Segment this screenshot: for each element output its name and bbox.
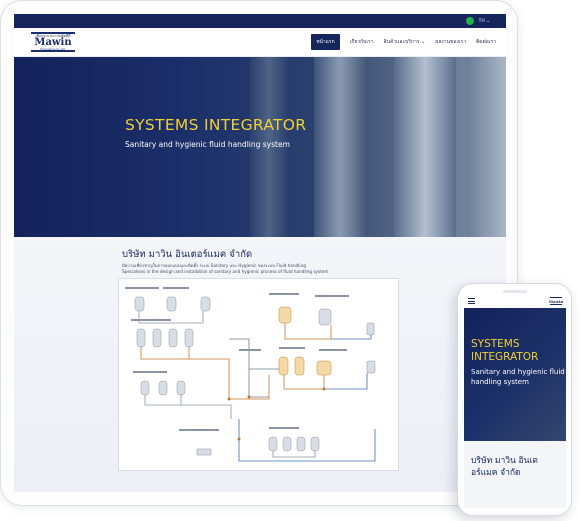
hero-background-tank (394, 57, 456, 237)
main-navbar: เพื่อกระบวนการผลิตที่ดี Mawin Engineerin… (14, 28, 506, 57)
phone-frame: Mawin SYSTEMS INTEGRATOR Sanitary and hy… (457, 283, 572, 516)
phone-hero-subtitle: Sanitary and hygienic fluid handling sys… (471, 368, 565, 386)
hero-banner: SYSTEMS INTEGRATOR Sanitary and hygienic… (14, 57, 506, 237)
nav-item-portfolio[interactable]: ผลงานของเรา (435, 38, 466, 46)
phone-hero-title: SYSTEMS INTEGRATOR (471, 338, 539, 363)
nav-item-home[interactable]: หน้าแรก (311, 34, 340, 50)
top-bar: TH ⌄ (14, 14, 506, 28)
tablet-frame: TH ⌄ เพื่อกระบวนการผลิตที่ดี Mawin Engin… (0, 0, 518, 506)
phone-hero-banner: SYSTEMS INTEGRATOR Sanitary and hygienic… (464, 308, 566, 441)
tablet-screen: TH ⌄ เพื่อกระบวนการผลิตที่ดี Mawin Engin… (14, 14, 506, 492)
hero-title: SYSTEMS INTEGRATOR (125, 116, 307, 134)
hero-background-tank (314, 57, 366, 237)
phone-logo[interactable]: Mawin (549, 297, 563, 305)
logo-subtext: Engineering Co.,Ltd. (40, 47, 66, 51)
device-mockup: TH ⌄ เพื่อกระบวนการผลิตที่ดี Mawin Engin… (0, 0, 579, 521)
nav-menu: หน้าแรก เกี่ยวกับเรา สินค้าและบริการ ⌄ ผ… (311, 34, 496, 50)
hero-subtitle: Sanitary and hygienic fluid handling sys… (125, 140, 290, 149)
phone-screen: Mawin SYSTEMS INTEGRATOR Sanitary and hy… (464, 294, 566, 508)
nav-item-contact[interactable]: ติดต่อเรา (476, 38, 496, 46)
phone-navbar: Mawin (464, 294, 566, 308)
about-section: บริษัท มาวิน อินเตอร์แมค จำกัด มีความเชี… (14, 237, 506, 492)
phone-speaker (503, 290, 527, 293)
language-selector[interactable]: TH ⌄ (479, 19, 490, 24)
phone-about-section: บริษัท มาวิน อินเตอร์แมค จำกัด (464, 441, 566, 508)
about-text-english: Specialises in the design and installati… (122, 269, 329, 274)
phone-about-title: บริษัท มาวิน อินเตอร์แมค จำกัด (471, 456, 538, 478)
hamburger-menu-icon[interactable] (468, 298, 475, 304)
process-diagram-illustration (125, 287, 376, 462)
process-diagram (118, 278, 399, 471)
nav-item-products[interactable]: สินค้าและบริการ ⌄ (384, 38, 426, 46)
about-title: บริษัท มาวิน อินเตอร์แมค จำกัด (122, 249, 253, 260)
company-logo[interactable]: เพื่อกระบวนการผลิตที่ดี Mawin Engineerin… (31, 32, 75, 52)
nav-item-about[interactable]: เกี่ยวกับเรา (350, 38, 374, 46)
line-app-icon[interactable] (465, 17, 474, 25)
logo-wordmark: Mawin (34, 36, 72, 48)
about-text-thai: มีความเชี่ยวชาญในการออกแบบและติดตั้ง ระบ… (122, 263, 306, 268)
hero-background-tank (466, 57, 506, 237)
